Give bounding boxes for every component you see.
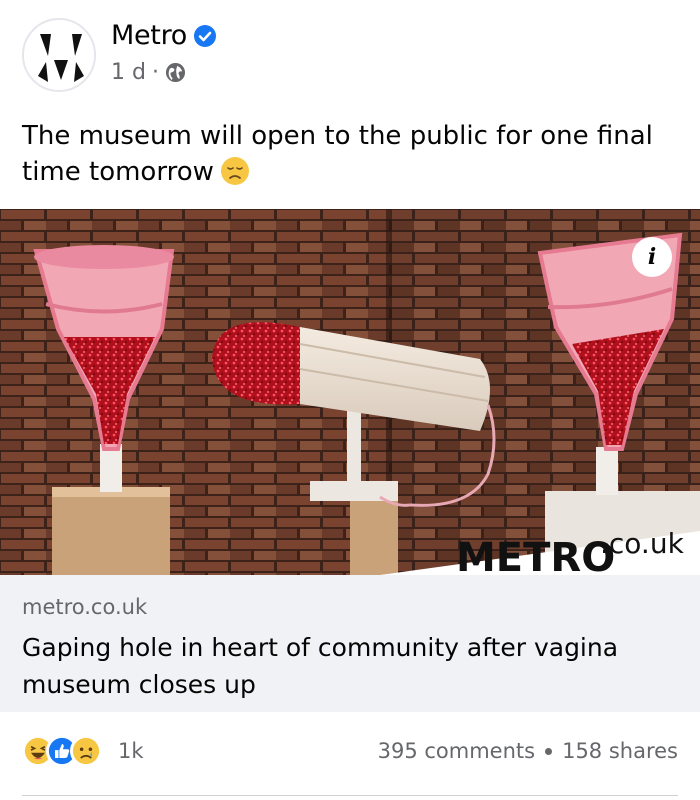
reaction-count[interactable]: 1k <box>118 739 144 763</box>
link-preview[interactable]: metro.co.uk Gaping hole in heart of comm… <box>0 575 700 712</box>
meta-separator: · <box>151 60 159 85</box>
page-name-row: Metro <box>111 20 217 51</box>
post-meta: 1 d · <box>111 60 186 85</box>
stats-separator-dot <box>545 747 553 755</box>
post-message: The museum will open to the public for o… <box>22 121 653 187</box>
shares-count[interactable]: 158 shares <box>562 739 678 763</box>
link-domain: metro.co.uk <box>22 595 148 619</box>
metro-watermark-suffix: .co.uk <box>600 527 685 560</box>
post-timestamp[interactable]: 1 d <box>111 60 146 85</box>
link-title: Gaping hole in heart of community after … <box>22 633 619 699</box>
page-name[interactable]: Metro <box>111 20 187 51</box>
post-header: Metro 1 d · <box>0 0 700 110</box>
engagement-bar: 1k 395 comments 158 shares <box>0 722 700 782</box>
divider <box>22 795 678 796</box>
metro-logo-icon <box>24 20 94 90</box>
post-stats: 395 comments 158 shares <box>378 739 678 763</box>
info-icon[interactable]: i <box>632 237 672 277</box>
comments-count[interactable]: 395 comments <box>378 739 535 763</box>
page-avatar[interactable] <box>22 18 96 92</box>
sad-icon <box>70 735 102 767</box>
reaction-icons[interactable] <box>22 735 102 767</box>
globe-icon <box>165 62 186 83</box>
disappointed-face-emoji <box>220 157 249 185</box>
verified-badge-icon <box>194 24 217 47</box>
museum-exhibit-photo: METRO .co.uk <box>0 209 700 575</box>
metro-watermark: METRO <box>456 535 615 575</box>
post-image[interactable]: METRO .co.uk <box>0 209 700 575</box>
post-text: The museum will open to the public for o… <box>22 118 682 190</box>
